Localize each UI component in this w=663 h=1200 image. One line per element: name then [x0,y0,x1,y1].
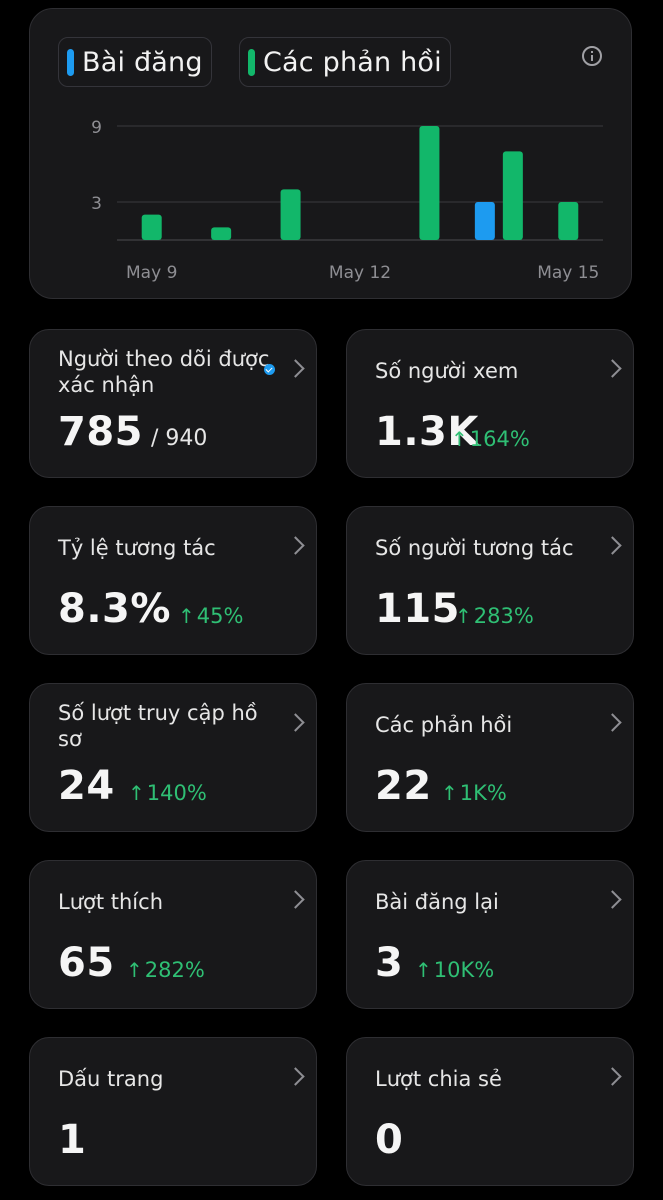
metric-label: Số người xem [375,359,519,383]
metric-value: 22 [375,763,432,809]
metric-label: Lượt chia sẻ [375,1067,502,1091]
metric-label: Tỷ lệ tương tác [58,536,216,560]
metric-card-reposts[interactable]: Bài đăng lại 3 ↑ 10K% [346,860,634,1009]
metric-card-replies[interactable]: Các phản hồi 22 ↑ 1K% [346,683,634,832]
metric-change: ↑ 140% [128,781,207,805]
arrow-up-icon: ↑ [126,958,143,982]
replies-bar [211,227,232,240]
metric-change-percent: 140% [146,781,207,805]
arrow-up-icon: ↑ [178,604,195,628]
metric-change-percent: 283% [473,604,534,628]
y-tick-label: 9 [91,118,102,138]
verified-badge-icon [264,364,275,375]
metric-change-percent: 45% [196,604,244,628]
arrow-up-icon: ↑ [441,781,458,805]
metric-change: ↑ 283% [455,604,534,628]
chevron-right-icon [286,359,305,378]
chevron-right-icon [286,1067,305,1086]
metric-change: ↑ 1K% [441,781,507,805]
metric-card-viewers[interactable]: Số người xem 1.3K ↑ 164% [346,329,634,478]
metric-value: 3 [375,940,404,986]
metric-card-shares[interactable]: Lượt chia sẻ 0 [346,1037,634,1186]
metric-card-engagement-rate[interactable]: Tỷ lệ tương tác 8.3% ↑ 45% [29,506,317,655]
activity-chart-panel: Bài đăng Các phản hồi 3 9 May 9 May 12 May 1… [29,8,632,299]
x-tick-label: May 15 [537,263,599,283]
replies-bar [502,151,523,240]
metric-change-percent: 282% [144,958,205,982]
chevron-right-icon [603,890,622,909]
metric-label: Số lượt truy cập hồ sơ [58,701,258,751]
metric-card-verified-followers[interactable]: Người theo dõi được xác nhận 785 / 940 [29,329,317,478]
arrow-up-icon: ↑ [415,958,432,982]
metric-change-percent: 10K% [433,958,495,982]
metric-card-profile-visits[interactable]: Số lượt truy cập hồ sơ 24 ↑ 140% [29,683,317,832]
metric-value: 24 [58,763,115,809]
metric-change-percent: 164% [469,427,530,451]
metric-value: 785 [58,409,143,455]
chevron-right-icon [286,713,305,732]
metric-card-engaged-users[interactable]: Số người tương tác 115 ↑ 283% [346,506,634,655]
x-tick-label: May 12 [329,263,391,283]
chevron-right-icon [286,890,305,909]
chevron-right-icon [603,1067,622,1086]
activity-bar-chart: 3 9 May 9 May 12 May 15 [91,118,603,283]
metric-label: Dấu trang [58,1067,164,1091]
metric-value: 1 [58,1117,87,1163]
metric-label: Các phản hồi [375,713,513,737]
metric-change: ↑ 164% [451,427,530,451]
metric-total: / 940 [151,426,208,451]
metric-change: ↑ 282% [126,958,205,982]
arrow-up-icon: ↑ [451,427,468,451]
replies-bar [141,214,162,240]
replies-bar [419,126,440,240]
metric-card-likes[interactable]: Lượt thích 65 ↑ 282% [29,860,317,1009]
metric-label: Số người tương tác [375,536,574,560]
chevron-right-icon [603,713,622,732]
arrow-up-icon: ↑ [455,604,472,628]
chevron-right-icon [603,359,622,378]
metric-label: Bài đăng lại [375,890,499,914]
metric-value: 0 [375,1117,404,1163]
metric-label: Người theo dõi được xác nhận [58,347,270,397]
metric-value: 115 [375,586,460,632]
y-tick-label: 3 [91,194,102,214]
metric-change: ↑ 45% [178,604,243,628]
metric-card-bookmarks[interactable]: Dấu trang 1 [29,1037,317,1186]
metric-value: 65 [58,940,115,986]
posts-bar [474,202,495,240]
x-tick-label: May 9 [126,263,177,283]
chevron-right-icon [603,536,622,555]
metric-change-percent: 1K% [459,781,507,805]
replies-bar [280,189,301,240]
metric-change: ↑ 10K% [415,958,494,982]
chevron-right-icon [286,536,305,555]
metric-value: 8.3% [58,586,171,632]
metric-label: Lượt thích [58,890,163,914]
arrow-up-icon: ↑ [128,781,145,805]
replies-bar [558,202,579,240]
